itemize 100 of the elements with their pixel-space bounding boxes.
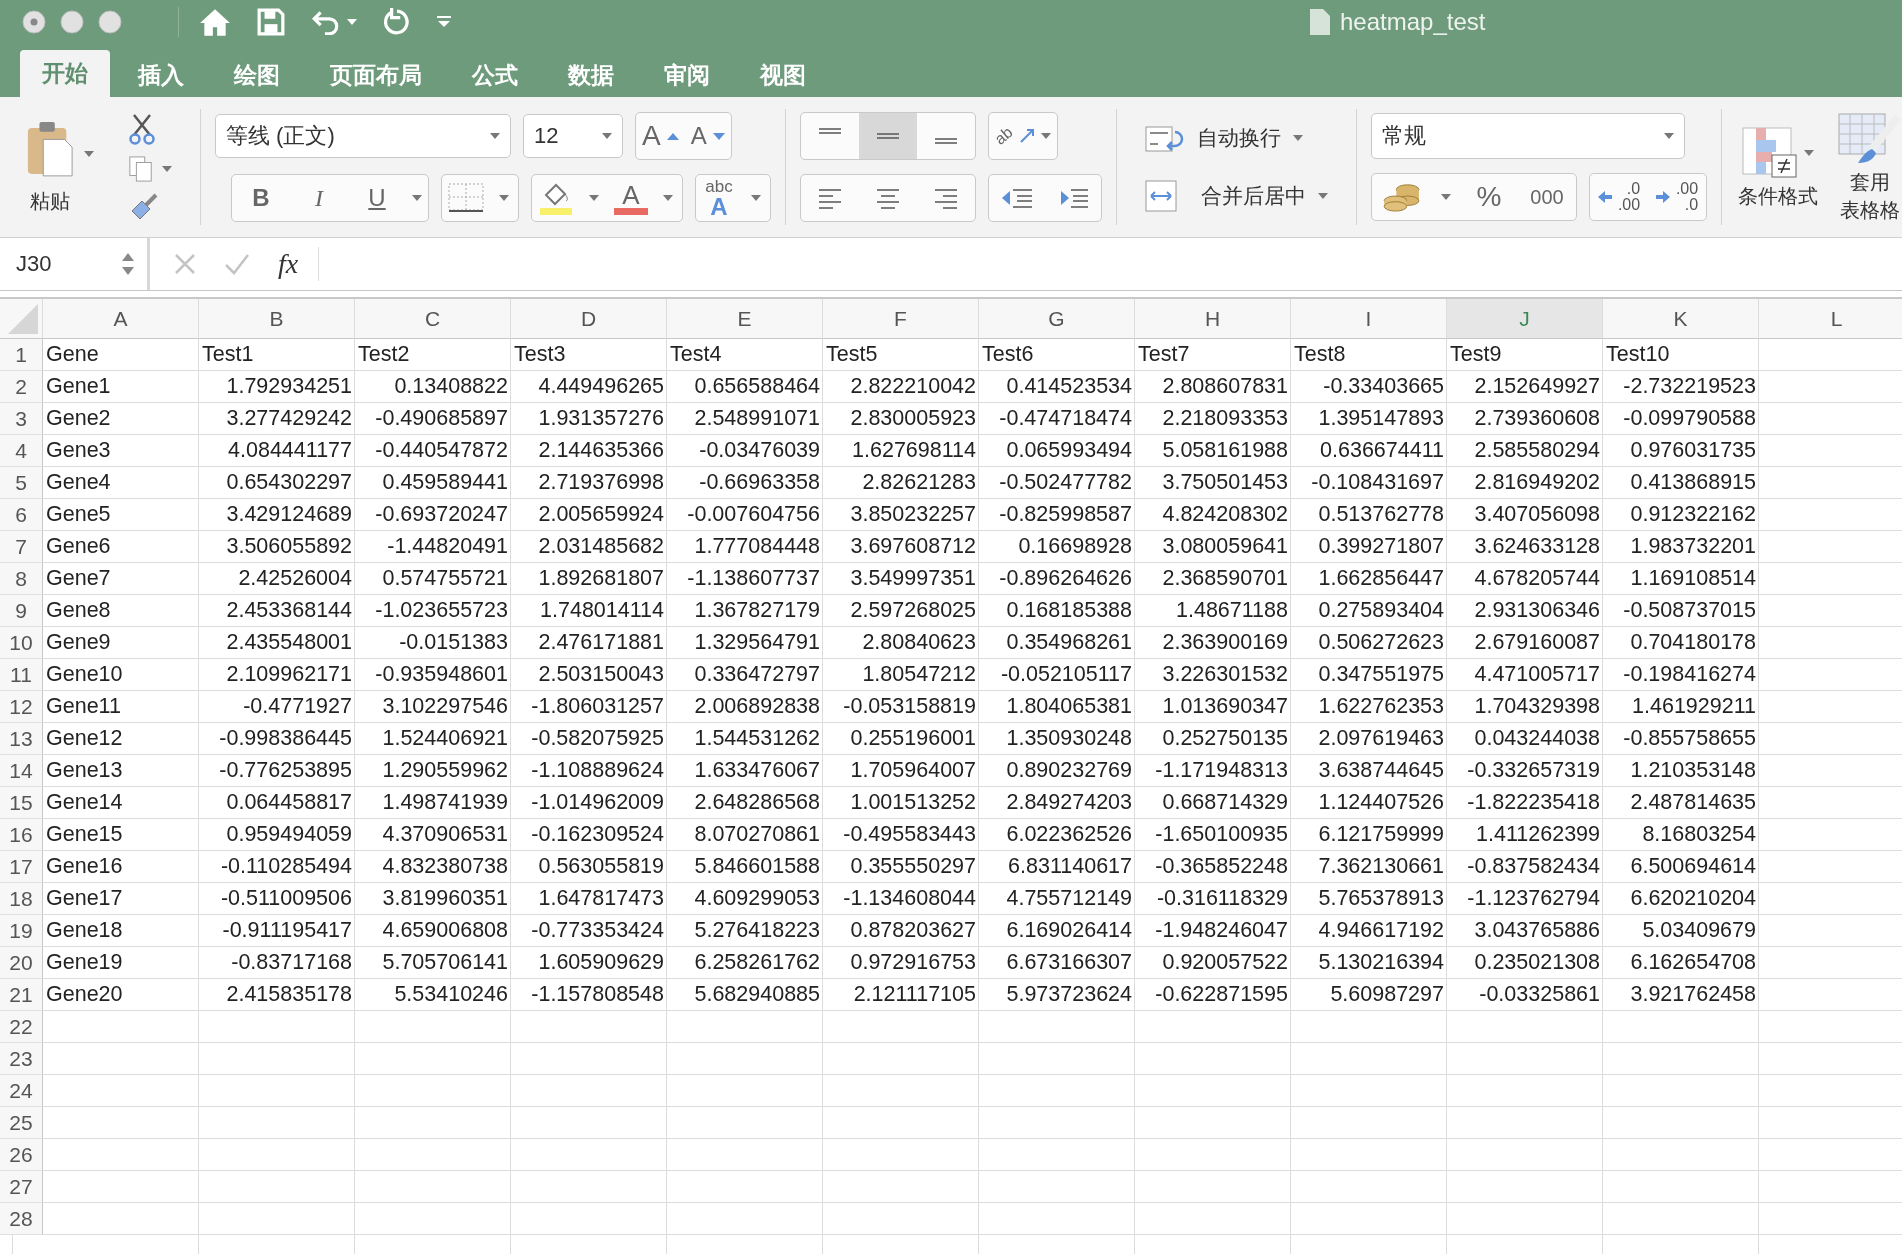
row-number[interactable]: 14 (0, 755, 43, 787)
borders-icon[interactable] (448, 183, 484, 213)
caret-icon[interactable] (347, 19, 357, 25)
fill-color-icon[interactable] (538, 181, 574, 215)
table-cell-text: 2.152649927 (1473, 373, 1601, 400)
row-number[interactable]: 2 (0, 371, 43, 403)
row-number[interactable]: 16 (0, 819, 43, 851)
table-format-button[interactable]: 套用 表格格 (1832, 113, 1902, 221)
caret-icon[interactable] (490, 133, 500, 139)
row-number[interactable]: 25 (0, 1107, 43, 1139)
decrease-indent-icon[interactable] (1001, 187, 1033, 209)
row-number[interactable]: 22 (0, 1011, 43, 1043)
row-number[interactable]: 7 (0, 531, 43, 563)
decrease-decimal-button[interactable]: .00 .0 (1648, 174, 1706, 220)
table-cell-text: 2.363900169 (1161, 629, 1289, 656)
caret-icon[interactable] (412, 195, 422, 201)
row-number[interactable]: 21 (0, 979, 43, 1011)
number-format-field[interactable]: 常规 (1371, 113, 1685, 159)
column-header[interactable]: H (1135, 299, 1291, 339)
column-header[interactable]: B (199, 299, 355, 339)
column-header[interactable]: G (979, 299, 1135, 339)
underline-button[interactable]: U (348, 175, 406, 221)
table-cell-text: 6.162654708 (1629, 949, 1757, 976)
vertical-align-button[interactable] (859, 113, 917, 159)
row-number[interactable]: 19 (0, 915, 43, 947)
row-number[interactable]: 26 (0, 1139, 43, 1171)
table-cell-text: Test9 (1449, 341, 1503, 368)
column-header[interactable]: A (43, 299, 199, 339)
caret-icon[interactable] (84, 150, 94, 157)
row-number[interactable]: 5 (0, 467, 43, 499)
wrap-text-button[interactable]: 自动换行 (1139, 116, 1334, 160)
font-size-field[interactable]: 12 (523, 114, 623, 158)
row-number[interactable]: 12 (0, 691, 43, 723)
name-box[interactable]: J30 (0, 238, 150, 290)
caret-icon[interactable] (663, 195, 673, 201)
table-cell-text: 5.130216394 (1317, 949, 1445, 976)
row-number[interactable]: 24 (0, 1075, 43, 1107)
caret-icon[interactable] (1040, 133, 1051, 139)
column-header[interactable]: E (667, 299, 823, 339)
caret-icon[interactable] (1441, 194, 1451, 200)
merge-center-button[interactable]: 合并后居中 (1139, 174, 1334, 218)
redo-icon[interactable] (383, 8, 411, 36)
caret-icon[interactable] (1664, 133, 1674, 139)
grow-font-button[interactable]: A (636, 113, 685, 159)
column-header[interactable]: I (1291, 299, 1447, 339)
caret-icon[interactable] (1804, 150, 1814, 156)
column-header[interactable]: C (355, 299, 511, 339)
caret-icon[interactable] (1318, 193, 1328, 199)
row-number[interactable]: 11 (0, 659, 43, 691)
table-cell-text: 0.347551975 (1317, 661, 1445, 688)
clipboard-icon (26, 119, 74, 178)
row-number[interactable]: 3 (0, 403, 43, 435)
increase-decimal-button[interactable]: .0 .00 (1590, 174, 1648, 220)
customize-icon[interactable] (437, 16, 451, 28)
window-control-icon[interactable] (60, 10, 84, 34)
caret-icon[interactable] (499, 195, 509, 201)
row-number[interactable]: 20 (0, 947, 43, 979)
column-header[interactable]: L (1759, 299, 1902, 339)
shrink-font-button[interactable]: A (684, 113, 731, 159)
caret-icon[interactable] (1293, 135, 1303, 141)
window-control-icon[interactable] (22, 10, 46, 34)
row-number[interactable]: 6 (0, 499, 43, 531)
orientation-button[interactable]: ab (989, 113, 1057, 159)
percent-button[interactable]: % (1460, 174, 1518, 220)
conditional-format-button[interactable]: 条件格式 (1732, 127, 1824, 207)
row-number[interactable]: 10 (0, 627, 43, 659)
font-name-field[interactable]: 等线 (正文) (215, 114, 511, 158)
undo-icon[interactable] (311, 9, 341, 35)
copy-icon[interactable] (128, 155, 154, 183)
row-number[interactable]: 23 (0, 1043, 43, 1075)
column-header[interactable]: D (511, 299, 667, 339)
save-icon[interactable] (257, 8, 285, 36)
row-number[interactable]: 1 (0, 339, 43, 371)
caret-icon[interactable] (751, 195, 761, 201)
row-number[interactable]: 4 (0, 435, 43, 467)
table-cell-text: 2.830005923 (849, 405, 977, 432)
row-number[interactable]: 15 (0, 787, 43, 819)
table-cell-text: 4.832380738 (381, 853, 509, 880)
caret-icon[interactable] (602, 133, 612, 139)
bold-button[interactable]: B (232, 175, 290, 221)
scissors-icon[interactable] (128, 113, 156, 145)
column-header[interactable]: F (823, 299, 979, 339)
row-number[interactable]: 9 (0, 595, 43, 627)
caret-icon[interactable] (162, 166, 172, 172)
row-number[interactable]: 8 (0, 563, 43, 595)
insert-function-button[interactable]: fx (278, 248, 299, 280)
coins-icon[interactable] (1383, 182, 1421, 212)
row-number[interactable]: 27 (0, 1171, 43, 1203)
row-number[interactable]: 28 (0, 1203, 43, 1235)
row-number[interactable]: 17 (0, 851, 43, 883)
row-number[interactable]: 13 (0, 723, 43, 755)
home-icon[interactable] (199, 7, 231, 37)
italic-button[interactable]: I (290, 175, 348, 221)
caret-icon[interactable] (589, 195, 599, 201)
row-number[interactable]: 18 (0, 883, 43, 915)
thousands-button[interactable]: 000 (1518, 174, 1576, 220)
paste-button[interactable]: 粘贴 (20, 118, 80, 216)
checkmark-icon[interactable] (224, 253, 250, 275)
column-header[interactable]: K (1603, 299, 1759, 339)
window-control-icon[interactable] (98, 10, 122, 34)
